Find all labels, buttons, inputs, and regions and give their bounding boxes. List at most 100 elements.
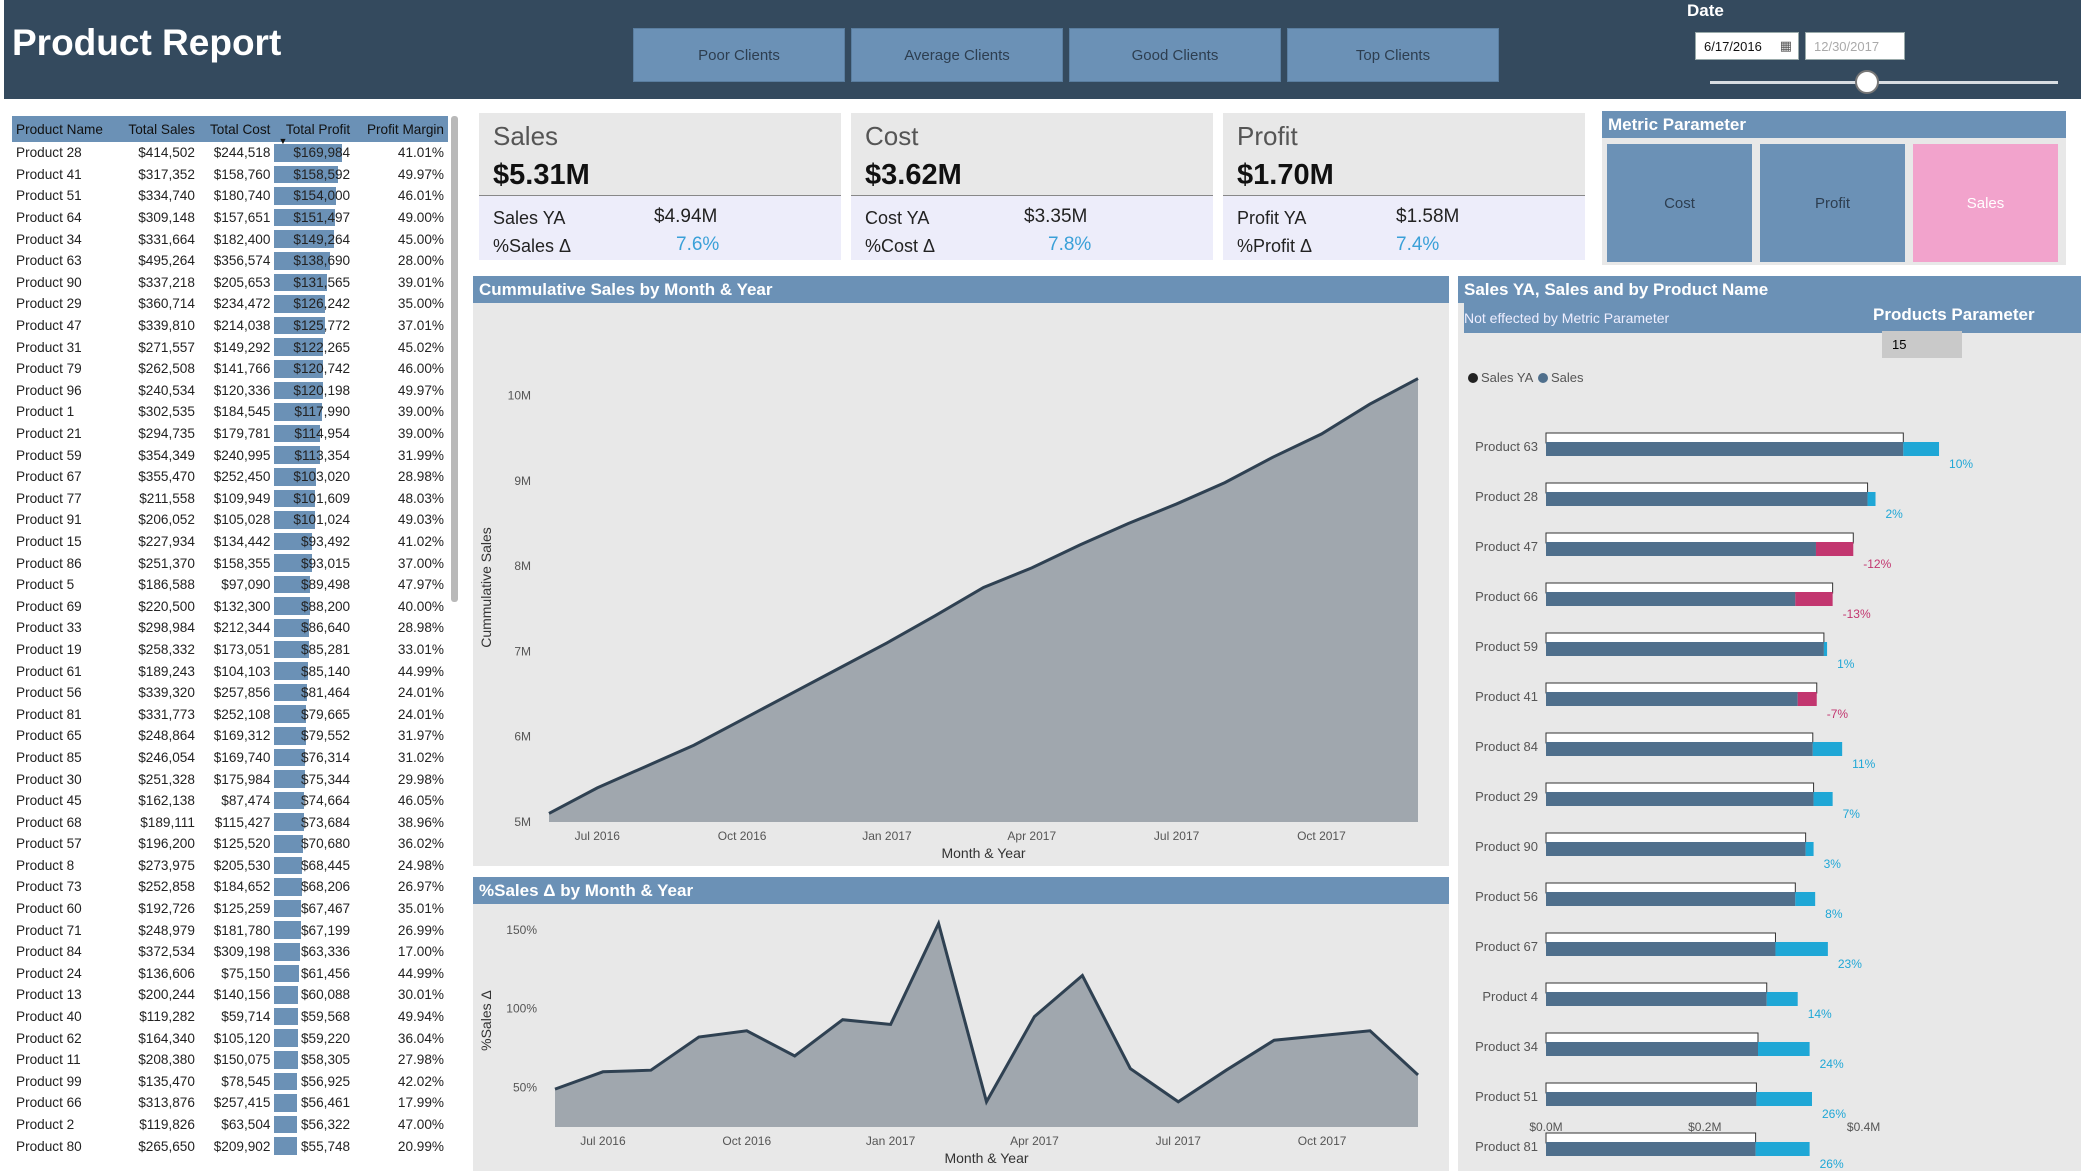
table-row[interactable]: Product 85 $246,054 $169,740 $76,314 31.02% bbox=[12, 747, 448, 769]
cell-profit-margin: 28.98% bbox=[397, 620, 444, 636]
cell-profit-margin: 26.99% bbox=[397, 922, 444, 938]
table-row[interactable]: Product 45 $162,138 $87,474 $74,664 46.05% bbox=[12, 790, 448, 812]
cell-product-name: Product 21 bbox=[16, 426, 82, 442]
table-row[interactable]: Product 67 $355,470 $252,450 $103,020 28.98% bbox=[12, 466, 448, 488]
cell-total-sales: $339,810 bbox=[138, 318, 195, 334]
cell-total-profit: $113,354 bbox=[274, 444, 354, 466]
profit-delta-value: 7.4% bbox=[1396, 234, 1440, 255]
profit-card-value: $1.70M bbox=[1237, 159, 1334, 191]
cell-profit-margin: 28.00% bbox=[397, 253, 444, 269]
bar-delta bbox=[1903, 442, 1940, 456]
bar-delta bbox=[1795, 892, 1816, 906]
cell-total-sales: $164,340 bbox=[138, 1030, 195, 1046]
table-row[interactable]: Product 96 $240,534 $120,336 $120,198 49.97% bbox=[12, 380, 448, 402]
cell-total-cost: $125,259 bbox=[213, 901, 271, 917]
table-row[interactable]: Product 29 $360,714 $234,472 $126,242 35.00% bbox=[12, 293, 448, 315]
profit-value: $114,954 bbox=[294, 426, 351, 442]
table-row[interactable]: Product 13 $200,244 $140,156 $60,088 30.01% bbox=[12, 984, 448, 1006]
table-row[interactable]: Product 79 $262,508 $141,766 $120,742 46.00% bbox=[12, 358, 448, 380]
table-row[interactable]: Product 8 $273,975 $205,530 $68,445 24.98% bbox=[12, 855, 448, 877]
calendar-icon[interactable]: ▦ bbox=[1780, 38, 1792, 54]
table-row[interactable]: Product 1 $302,535 $184,545 $117,990 39.00% bbox=[12, 401, 448, 423]
table-row[interactable]: Product 71 $248,979 $181,780 $67,199 26.99% bbox=[12, 919, 448, 941]
bar-sales-ya bbox=[1545, 432, 1904, 444]
table-row[interactable]: Product 63 $495,264 $356,574 $138,690 28.00% bbox=[12, 250, 448, 272]
cell-total-cost: $169,740 bbox=[213, 749, 271, 765]
segment-top-clients-button[interactable]: Top Clients bbox=[1287, 28, 1499, 82]
cell-total-sales: $414,502 bbox=[138, 145, 195, 161]
table-row[interactable]: Product 24 $136,606 $75,150 $61,456 44.99% bbox=[12, 963, 448, 985]
col-header-product-name[interactable]: Product Name bbox=[12, 116, 117, 142]
table-row[interactable]: Product 5 $186,588 $97,090 $89,498 47.97% bbox=[12, 574, 448, 596]
cell-total-profit: $60,088 bbox=[274, 984, 354, 1006]
table-row[interactable]: Product 64 $309,148 $157,651 $151,497 49.00% bbox=[12, 207, 448, 229]
cumulative-sales-chart: 5M 6M 7M 8M 9M 10M Jul 2016 Oct 2016 Jan 2017 Apr… bbox=[478, 377, 1419, 861]
table-row[interactable]: Product 90 $337,218 $205,653 $131,565 39.01% bbox=[12, 272, 448, 294]
segment-average-clients-button[interactable]: Average Clients bbox=[851, 28, 1063, 82]
bar-chart-title: Sales YA, Sales and by Product Name bbox=[1458, 276, 2081, 303]
table-row[interactable]: Product 11 $208,380 $150,075 $58,305 27.98% bbox=[12, 1049, 448, 1071]
table-row[interactable]: Product 73 $252,858 $184,652 $68,206 26.97% bbox=[12, 876, 448, 898]
table-row[interactable]: Product 86 $251,370 $158,355 $93,015 37.00% bbox=[12, 552, 448, 574]
cell-total-sales: $192,726 bbox=[138, 901, 195, 917]
cell-product-name: Product 13 bbox=[16, 987, 82, 1003]
table-row[interactable]: Product 59 $354,349 $240,995 $113,354 31.99% bbox=[12, 444, 448, 466]
table-row[interactable]: Product 60 $192,726 $125,259 $67,467 35.01% bbox=[12, 898, 448, 920]
table-row[interactable]: Product 62 $164,340 $105,120 $59,220 36.04% bbox=[12, 1027, 448, 1049]
table-row[interactable]: Product 84 $372,534 $309,198 $63,336 17.00% bbox=[12, 941, 448, 963]
date-start-input[interactable]: 6/17/2016 ▦ bbox=[1695, 32, 1799, 60]
cell-profit-margin: 36.04% bbox=[397, 1030, 444, 1046]
profit-databar bbox=[274, 1029, 299, 1047]
table-row[interactable]: Product 51 $334,740 $180,740 $154,000 46.01% bbox=[12, 185, 448, 207]
table-row[interactable]: Product 66 $313,876 $257,415 $56,461 17.99% bbox=[12, 1092, 448, 1114]
table-row[interactable]: Product 65 $248,864 $169,312 $79,552 31.97% bbox=[12, 725, 448, 747]
table-scrollbar[interactable] bbox=[451, 116, 458, 602]
table-row[interactable]: Product 99 $135,470 $78,545 $56,925 42.02% bbox=[12, 1071, 448, 1093]
table-row[interactable]: Product 56 $339,320 $257,856 $81,464 24.01% bbox=[12, 682, 448, 704]
table-row[interactable]: Product 68 $189,111 $115,427 $73,684 38.96% bbox=[12, 811, 448, 833]
table-row[interactable]: Product 31 $271,557 $149,292 $122,265 45.02% bbox=[12, 336, 448, 358]
date-end-input[interactable]: 12/30/2017 bbox=[1805, 32, 1905, 60]
profit-value: $56,925 bbox=[300, 1073, 351, 1089]
table-row[interactable]: Product 81 $331,773 $252,108 $79,665 24.01% bbox=[12, 703, 448, 725]
metric-sales-button[interactable]: Sales bbox=[1913, 144, 2058, 262]
col-header-total-cost[interactable]: Total Cost bbox=[198, 116, 275, 142]
table-row[interactable]: Product 80 $265,650 $209,902 $55,748 20.99% bbox=[12, 1135, 448, 1157]
cell-total-cost: $240,995 bbox=[213, 447, 271, 463]
table-row[interactable]: Product 47 $339,810 $214,038 $125,772 37.01% bbox=[12, 315, 448, 337]
table-row[interactable]: Product 91 $206,052 $105,028 $101,024 49.03% bbox=[12, 509, 448, 531]
profit-value: $67,467 bbox=[300, 901, 351, 917]
table-row[interactable]: Product 41 $317,352 $158,760 $158,592 49.97% bbox=[12, 164, 448, 186]
table-row[interactable]: Product 57 $196,200 $125,520 $70,680 36.02% bbox=[12, 833, 448, 855]
table-row[interactable]: Product 40 $119,282 $59,714 $59,568 49.94% bbox=[12, 1006, 448, 1028]
table-row[interactable]: Product 15 $227,934 $134,442 $93,492 41.02% bbox=[12, 531, 448, 553]
col-header-profit-margin[interactable]: Profit Margin bbox=[354, 116, 448, 142]
table-row[interactable]: Product 61 $189,243 $104,103 $85,140 44.99% bbox=[12, 660, 448, 682]
table-row[interactable]: Product 69 $220,500 $132,300 $88,200 40.00% bbox=[12, 595, 448, 617]
date-slider-handle[interactable] bbox=[1854, 70, 1879, 94]
metric-profit-button[interactable]: Profit bbox=[1760, 144, 1905, 262]
segment-good-clients-button[interactable]: Good Clients bbox=[1069, 28, 1281, 82]
profit-value: $113,354 bbox=[294, 447, 351, 463]
profit-databar bbox=[274, 1050, 298, 1069]
col-header-total-sales[interactable]: Total Sales bbox=[116, 116, 199, 142]
table-row[interactable]: Product 28 $414,502 $244,518 $169,984 41.01% bbox=[12, 142, 448, 164]
table-row[interactable]: Product 30 $251,328 $175,984 $75,344 29.98% bbox=[12, 768, 448, 790]
segment-poor-clients-button[interactable]: Poor Clients bbox=[633, 28, 845, 82]
table-row[interactable]: Product 34 $331,664 $182,400 $149,264 45.00% bbox=[12, 228, 448, 250]
table-row[interactable]: Product 21 $294,735 $179,781 $114,954 39.00% bbox=[12, 423, 448, 445]
x-tick-label: $0.4M bbox=[1847, 1120, 1880, 1134]
table-row[interactable]: Product 19 $258,332 $173,051 $85,281 33.01% bbox=[12, 639, 448, 661]
col-header-total-profit[interactable]: Total Profit ▼ bbox=[274, 116, 355, 146]
profit-databar bbox=[274, 942, 300, 961]
profit-value: $74,664 bbox=[300, 793, 351, 809]
table-row[interactable]: Product 33 $298,984 $212,344 $86,640 28.98% bbox=[12, 617, 448, 639]
bar-delta bbox=[1867, 492, 1876, 506]
date-slider-track[interactable] bbox=[1710, 81, 2058, 84]
metric-cost-button[interactable]: Cost bbox=[1607, 144, 1752, 262]
bar-sales-ya bbox=[1545, 482, 1869, 494]
table-row[interactable]: Product 77 $211,558 $109,949 $101,609 48.03% bbox=[12, 488, 448, 510]
table-row[interactable]: Product 2 $119,826 $63,504 $56,322 47.00% bbox=[12, 1114, 448, 1136]
pct-label: -12% bbox=[1863, 557, 1891, 571]
bar-sales-ya bbox=[1545, 532, 1854, 544]
